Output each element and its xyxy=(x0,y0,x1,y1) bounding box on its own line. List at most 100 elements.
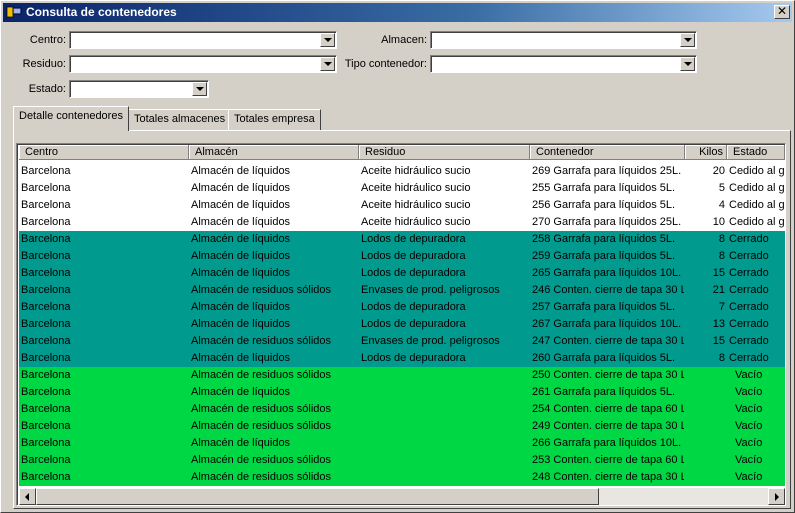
chevron-down-icon[interactable] xyxy=(192,82,207,96)
table-row[interactable]: Barcelona Almacén de residuos sólidos Enva… xyxy=(19,282,785,299)
cell-almacen: Almacén de residuos sólidos xyxy=(191,454,332,466)
cell-almacen: Almacén de líquidos xyxy=(191,437,291,449)
cell-almacen: Almacén de líquidos xyxy=(191,182,291,194)
cell-centro: Barcelona xyxy=(21,369,71,381)
cell-almacen: Almacén de residuos sólidos xyxy=(191,335,332,347)
close-button[interactable]: ✕ xyxy=(774,5,790,19)
cell-kilos xyxy=(685,384,725,401)
centro-label: Centro: xyxy=(29,34,66,46)
centro-select[interactable] xyxy=(69,31,337,49)
cell-centro: Barcelona xyxy=(21,284,71,296)
column-header-centro[interactable]: Centro xyxy=(19,145,189,160)
chevron-down-icon[interactable] xyxy=(320,33,335,47)
table-row[interactable]: Barcelona Almacén de líquidos 266 Garrafa … xyxy=(19,435,785,452)
cell-kilos: 15 xyxy=(712,267,725,279)
tab-totales-almacenes[interactable]: Totales almacenes xyxy=(128,109,232,131)
cell-contenedor: 254 Conten. cierre de tapa 60 L xyxy=(532,403,684,415)
cell-contenedor: 246 Conten. cierre de tapa 30 L xyxy=(532,284,684,296)
cell-centro: Barcelona xyxy=(21,301,71,313)
cell-estado: Cedido al g xyxy=(729,199,785,211)
table-row[interactable]: Barcelona Almacén de líquidos Lodos de dep… xyxy=(19,299,785,316)
column-header-almacen[interactable]: Almacén xyxy=(189,145,359,160)
cell-contenedor: 270 Garrafa para líquidos 25L. xyxy=(532,216,682,228)
cell-almacen: Almacén de líquidos xyxy=(191,199,291,211)
residuo-label: Residuo: xyxy=(22,58,66,70)
cell-almacen: Almacén de líquidos xyxy=(191,165,291,177)
cell-contenedor: 249 Conten. cierre de tapa 30 L xyxy=(532,420,684,432)
cell-contenedor: 261 Garrafa para líquidos 5L. xyxy=(532,386,676,398)
cell-almacen: Almacén de residuos sólidos xyxy=(191,284,332,296)
cell-centro: Barcelona xyxy=(21,216,71,228)
chevron-down-icon[interactable] xyxy=(680,33,695,47)
cell-estado: Cedido al g xyxy=(729,165,785,177)
residuo-select[interactable] xyxy=(69,55,337,73)
cell-centro: Barcelona xyxy=(21,250,71,262)
cell-contenedor: 259 Garrafa para líquidos 5L. xyxy=(532,250,676,262)
table-row[interactable]: Barcelona Almacén de residuos sólidos 254 … xyxy=(19,401,785,418)
cell-contenedor: 257 Garrafa para líquidos 5L. xyxy=(532,301,676,313)
estado-label: Estado: xyxy=(28,83,66,95)
scroll-thumb[interactable] xyxy=(36,488,599,505)
estado-select[interactable] xyxy=(69,80,209,98)
tab-label: Totales almacenes xyxy=(134,113,226,125)
cell-estado: Vacío xyxy=(735,454,763,466)
table-row[interactable]: Barcelona Almacén de líquidos Aceite hidrá… xyxy=(19,197,785,214)
tab-label: Totales empresa xyxy=(234,113,315,125)
cell-residuo xyxy=(361,469,527,486)
column-header-kilos[interactable]: Kilos xyxy=(685,145,727,160)
table-row[interactable]: Barcelona Almacén de líquidos Lodos de dep… xyxy=(19,248,785,265)
cell-kilos xyxy=(685,367,725,384)
tab-detalle-contenedores[interactable]: Detalle contenedores xyxy=(13,106,129,131)
cell-estado: Cerrado xyxy=(729,352,769,364)
cell-kilos xyxy=(685,418,725,435)
column-header-contenedor[interactable]: Contenedor xyxy=(530,145,685,160)
table-row[interactable]: Barcelona Almacén de líquidos Aceite hidrá… xyxy=(19,180,785,197)
chevron-down-icon[interactable] xyxy=(320,57,335,71)
table-row[interactable]: Barcelona Almacén de líquidos Aceite hidrá… xyxy=(19,163,785,180)
cell-estado: Vacío xyxy=(735,420,763,432)
cell-almacen: Almacén de líquidos xyxy=(191,216,291,228)
tipo-contenedor-select[interactable] xyxy=(430,55,697,73)
scroll-left-icon[interactable] xyxy=(19,488,36,505)
table-row[interactable]: Barcelona Almacén de líquidos Lodos de dep… xyxy=(19,265,785,282)
table-row[interactable]: Barcelona Almacén de residuos sólidos 249 … xyxy=(19,418,785,435)
cell-estado: Cerrado xyxy=(729,284,769,296)
column-header-estado[interactable]: Estado xyxy=(727,145,785,160)
table-row[interactable]: Barcelona Almacén de líquidos 261 Garrafa … xyxy=(19,384,785,401)
cell-centro: Barcelona xyxy=(21,182,71,194)
app-window: Consulta de contenedores ✕ Centro: Almac… xyxy=(0,0,795,513)
cell-residuo: Aceite hidráulico sucio xyxy=(361,216,471,228)
table-row[interactable]: Barcelona Almacén de líquidos Aceite hidrá… xyxy=(19,214,785,231)
cell-kilos: 8 xyxy=(718,233,725,245)
cell-residuo: Lodos de depuradora xyxy=(361,352,466,364)
cell-kilos xyxy=(685,469,725,486)
cell-residuo xyxy=(361,367,527,384)
cell-residuo xyxy=(361,418,527,435)
table-row[interactable]: Barcelona Almacén de líquidos Lodos de dep… xyxy=(19,316,785,333)
column-header-residuo[interactable]: Residuo xyxy=(359,145,530,160)
table-row[interactable]: Barcelona Almacén de residuos sólidos Enva… xyxy=(19,333,785,350)
cell-kilos: 8 xyxy=(718,250,725,262)
chevron-down-icon[interactable] xyxy=(680,57,695,71)
containers-grid[interactable]: Centro Almacén Residuo Contenedor Kilos … xyxy=(16,143,786,506)
cell-centro: Barcelona xyxy=(21,437,71,449)
cell-estado: Cerrado xyxy=(729,335,769,347)
table-row[interactable]: Barcelona Almacén de líquidos Lodos de dep… xyxy=(19,231,785,248)
horizontal-scrollbar[interactable] xyxy=(19,488,785,505)
tab-totales-empresa[interactable]: Totales empresa xyxy=(228,109,321,131)
cell-kilos: 7 xyxy=(718,301,725,313)
table-row[interactable]: Barcelona Almacén de residuos sólidos 253 … xyxy=(19,452,785,469)
almacen-label: Almacen: xyxy=(381,34,427,46)
table-row[interactable]: Barcelona Almacén de residuos sólidos 248 … xyxy=(19,469,785,486)
cell-contenedor: 267 Garrafa para líquidos 10L. xyxy=(532,318,682,330)
cell-residuo: Lodos de depuradora xyxy=(361,267,466,279)
table-row[interactable]: Barcelona Almacén de residuos sólidos 250 … xyxy=(19,367,785,384)
cell-kilos: 5 xyxy=(718,182,725,194)
cell-contenedor: 269 Garrafa para líquidos 25L. xyxy=(532,165,682,177)
cell-almacen: Almacén de residuos sólidos xyxy=(191,369,332,381)
cell-almacen: Almacén de líquidos xyxy=(191,386,291,398)
almacen-select[interactable] xyxy=(430,31,697,49)
cell-residuo xyxy=(361,435,527,452)
scroll-right-icon[interactable] xyxy=(768,488,785,505)
table-row[interactable]: Barcelona Almacén de líquidos Lodos de dep… xyxy=(19,350,785,367)
